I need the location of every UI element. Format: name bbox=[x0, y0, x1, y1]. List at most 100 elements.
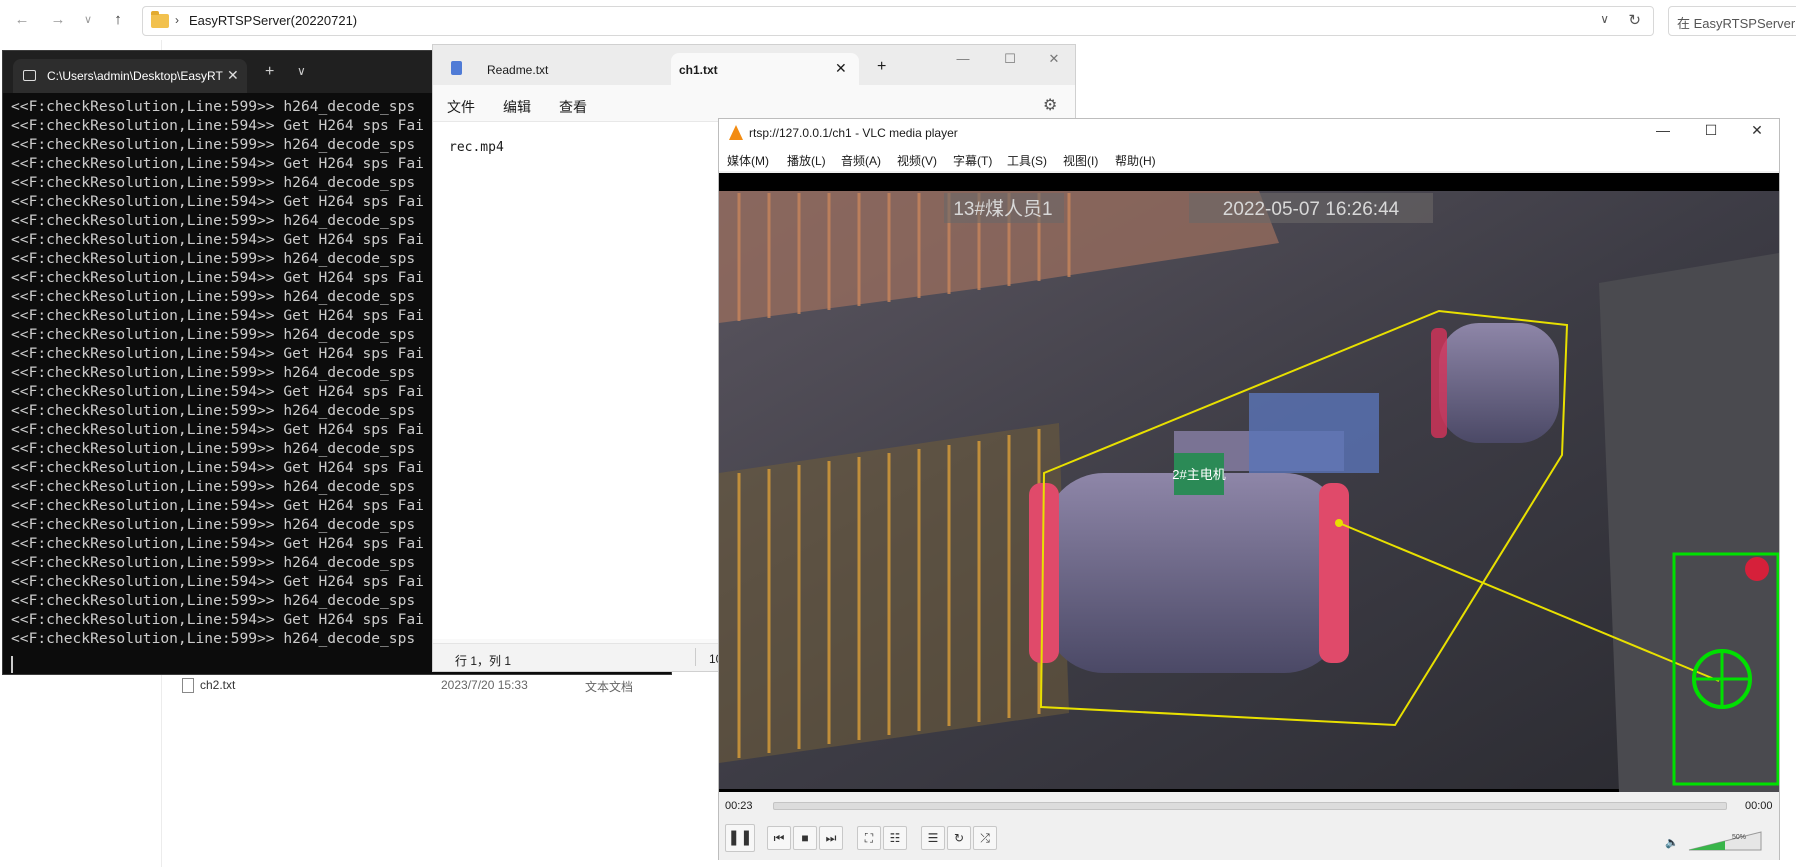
vlc-cone-icon bbox=[729, 125, 743, 140]
terminal-line: <<F:checkResolution,Line:594>> Get H264 … bbox=[11, 421, 424, 438]
blue-junction-box bbox=[1249, 393, 1379, 473]
maximize-icon[interactable]: ☐ bbox=[995, 51, 1025, 67]
vlc-window[interactable]: rtsp://127.0.0.1/ch1 - VLC media player … bbox=[718, 118, 1780, 860]
terminal-line: <<F:checkResolution,Line:599>> h264_deco… bbox=[11, 402, 416, 419]
lower-fence bbox=[719, 423, 1069, 763]
close-icon[interactable]: ✕ bbox=[1737, 122, 1777, 139]
extended-settings-button[interactable]: ☷ bbox=[883, 826, 907, 850]
stop-button[interactable]: ■ bbox=[793, 826, 817, 850]
menu-view[interactable]: 视图(I) bbox=[1063, 152, 1098, 169]
terminal-line: <<F:checkResolution,Line:594>> Get H264 … bbox=[11, 231, 424, 248]
new-tab-plus-icon[interactable]: + bbox=[877, 58, 886, 76]
menu-media[interactable]: 媒体(M) bbox=[727, 152, 769, 169]
worker-helmet bbox=[1745, 557, 1769, 581]
tab-label: Readme.txt bbox=[487, 63, 549, 77]
motor-back-stripe bbox=[1431, 328, 1447, 438]
terminal-line: <<F:checkResolution,Line:594>> Get H264 … bbox=[11, 269, 424, 286]
minimize-icon[interactable]: — bbox=[1643, 122, 1683, 138]
terminal-tab-title: C:\Users\admin\Desktop\EasyRTSPServer bbox=[47, 69, 223, 83]
new-tab-plus-icon[interactable]: + bbox=[265, 63, 274, 81]
tab-label: ch1.txt bbox=[679, 63, 718, 77]
notepad-menubar: 文件 编辑 查看 ⚙ bbox=[433, 85, 1075, 121]
terminal-line: <<F:checkResolution,Line:594>> Get H264 … bbox=[11, 535, 424, 552]
terminal-line: <<F:checkResolution,Line:599>> h264_deco… bbox=[11, 516, 416, 533]
speaker-icon[interactable]: 🔈 bbox=[1665, 836, 1679, 849]
terminal-line: <<F:checkResolution,Line:594>> Get H264 … bbox=[11, 383, 424, 400]
timeline: 00:23 00:00 bbox=[719, 792, 1779, 818]
seek-bar[interactable] bbox=[773, 802, 1727, 810]
close-icon[interactable]: ✕ bbox=[1039, 51, 1069, 67]
maximize-icon[interactable]: ☐ bbox=[1691, 122, 1731, 139]
menu-help[interactable]: 帮助(H) bbox=[1115, 152, 1156, 169]
back-arrow-icon[interactable]: ← bbox=[10, 8, 34, 32]
motor-front-stripe-right bbox=[1319, 483, 1349, 663]
volume-slider[interactable] bbox=[1687, 830, 1763, 852]
playback-controls: ❚❚ ⏮ ■ ⏭ ⛶ ☷ ☰ ↻ ⤮ 🔈 50% bbox=[719, 818, 1779, 860]
video-frame: 2#主电机 13#煤人员1 2022-05-07 16:26:44 bbox=[719, 173, 1779, 792]
terminal-line: <<F:checkResolution,Line:599>> h264_deco… bbox=[11, 364, 416, 381]
document-text: rec.mp4 bbox=[449, 140, 504, 155]
terminal-tab[interactable]: C:\Users\admin\Desktop\EasyRTSPServer ✕ bbox=[13, 59, 247, 93]
terminal-line: <<F:checkResolution,Line:594>> Get H264 … bbox=[11, 193, 424, 210]
terminal-line: <<F:checkResolution,Line:594>> Get H264 … bbox=[11, 573, 424, 590]
terminal-line: <<F:checkResolution,Line:599>> h264_deco… bbox=[11, 174, 416, 191]
explorer-toolbar: ← → ∨ ↑ › EasyRTSPServer(20220721) ∨ ↻ 在… bbox=[0, 0, 1796, 40]
close-tab-icon[interactable]: ✕ bbox=[835, 60, 847, 77]
breadcrumb-chevron-icon: › bbox=[175, 13, 179, 27]
elapsed-time: 00:23 bbox=[725, 800, 753, 812]
refresh-icon[interactable]: ↻ bbox=[1628, 11, 1641, 29]
pause-button[interactable]: ❚❚ bbox=[725, 824, 755, 852]
forward-arrow-icon[interactable]: → bbox=[46, 8, 70, 32]
settings-gear-icon[interactable]: ⚙ bbox=[1043, 95, 1057, 115]
up-arrow-icon[interactable]: ↑ bbox=[106, 8, 130, 32]
menu-video[interactable]: 视频(V) bbox=[897, 152, 937, 169]
vlc-menubar: 媒体(M) 播放(L) 音频(A) 视频(V) 字幕(T) 工具(S) 视图(I… bbox=[719, 147, 1779, 171]
terminal-line: <<F:checkResolution,Line:599>> h264_deco… bbox=[11, 98, 416, 115]
file-row[interactable]: ch2.txt 2023/7/20 15:33 文本文档 bbox=[182, 676, 782, 696]
menu-audio[interactable]: 音频(A) bbox=[841, 152, 881, 169]
motor-label: 2#主电机 bbox=[1172, 467, 1225, 482]
terminal-line: <<F:checkResolution,Line:599>> h264_deco… bbox=[11, 440, 416, 457]
menu-tools[interactable]: 工具(S) bbox=[1007, 152, 1047, 169]
terminal-line: <<F:checkResolution,Line:594>> Get H264 … bbox=[11, 155, 424, 172]
terminal-line: <<F:checkResolution,Line:599>> h264_deco… bbox=[11, 478, 416, 495]
motor-front bbox=[1044, 473, 1344, 673]
folder-icon bbox=[151, 11, 169, 28]
close-tab-icon[interactable]: ✕ bbox=[227, 67, 239, 84]
address-bar[interactable]: › EasyRTSPServer(20220721) ∨ ↻ bbox=[142, 6, 1654, 36]
menu-edit[interactable]: 编辑 bbox=[503, 97, 531, 117]
overlay-camera-name: 13#煤人员1 bbox=[953, 198, 1052, 220]
file-date: 2023/7/20 15:33 bbox=[441, 678, 528, 692]
tab-ch1[interactable]: ch1.txt ✕ bbox=[671, 53, 859, 85]
menu-subtitle[interactable]: 字幕(T) bbox=[953, 152, 992, 169]
video-display[interactable]: 2#主电机 13#煤人员1 2022-05-07 16:26:44 bbox=[719, 173, 1779, 792]
terminal-line: <<F:checkResolution,Line:599>> h264_deco… bbox=[11, 212, 416, 229]
recent-chevron-down-icon[interactable]: ∨ bbox=[76, 8, 100, 32]
file-name: ch2.txt bbox=[200, 678, 236, 692]
previous-button[interactable]: ⏮ bbox=[767, 826, 791, 850]
playlist-button[interactable]: ☰ bbox=[921, 826, 945, 850]
menu-view[interactable]: 查看 bbox=[559, 97, 587, 117]
window-title: rtsp://127.0.0.1/ch1 - VLC media player bbox=[749, 126, 958, 140]
loop-button[interactable]: ↻ bbox=[947, 826, 971, 850]
terminal-line: <<F:checkResolution,Line:594>> Get H264 … bbox=[11, 611, 424, 628]
shuffle-button[interactable]: ⤮ bbox=[973, 826, 997, 850]
tab-dropdown-chevron-icon[interactable]: ∨ bbox=[297, 64, 306, 78]
search-input[interactable]: 在 EasyRTSPServer(20220721) 中搜索 bbox=[1668, 6, 1796, 36]
address-dropdown-icon[interactable]: ∨ bbox=[1600, 12, 1609, 26]
menu-file[interactable]: 文件 bbox=[447, 97, 475, 117]
terminal-icon bbox=[23, 70, 36, 81]
minimize-icon[interactable]: — bbox=[948, 51, 978, 66]
notepad-titlebar: Readme.txt ch1.txt ✕ + — ☐ ✕ bbox=[433, 45, 1075, 85]
breadcrumb[interactable]: EasyRTSPServer(20220721) bbox=[189, 13, 357, 28]
terminal-output[interactable]: <<F:checkResolution,Line:599>> h264_deco… bbox=[3, 93, 433, 676]
terminal-line: <<F:checkResolution,Line:594>> Get H264 … bbox=[11, 117, 424, 134]
terminal-line: <<F:checkResolution,Line:594>> Get H264 … bbox=[11, 497, 424, 514]
vlc-titlebar: rtsp://127.0.0.1/ch1 - VLC media player … bbox=[719, 119, 1779, 147]
menu-playback[interactable]: 播放(L) bbox=[787, 152, 826, 169]
terminal-line: <<F:checkResolution,Line:599>> h264_deco… bbox=[11, 630, 416, 647]
next-button[interactable]: ⏭ bbox=[819, 826, 843, 850]
tab-readme[interactable]: Readme.txt bbox=[443, 53, 665, 85]
fullscreen-button[interactable]: ⛶ bbox=[857, 826, 881, 850]
terminal-cursor bbox=[11, 656, 13, 673]
